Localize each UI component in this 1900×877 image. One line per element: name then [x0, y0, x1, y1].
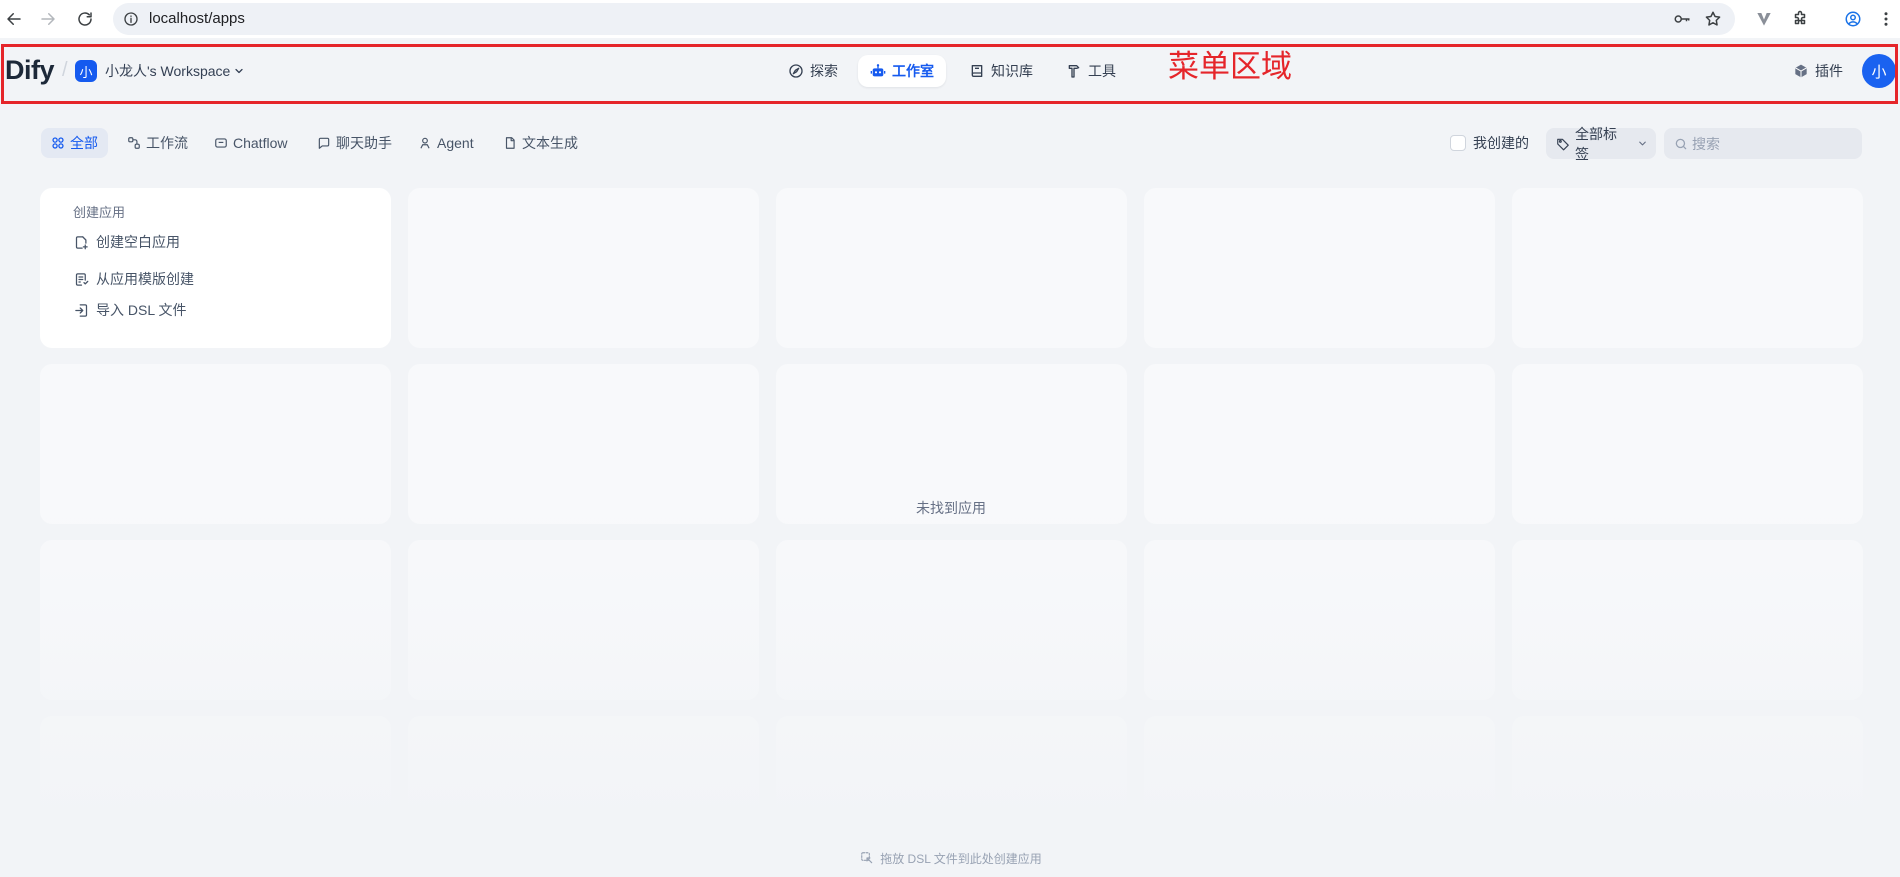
nav-tools[interactable]: 工具: [1058, 55, 1124, 87]
nav-explore-label: 探索: [810, 63, 838, 79]
create-item-label: 从应用模版创建: [96, 271, 194, 287]
robot-icon: [870, 63, 886, 79]
app-card-placeholder: [408, 540, 759, 700]
filter-tab-text-generation[interactable]: 文本生成: [493, 128, 588, 158]
app-card-placeholder: [1512, 716, 1863, 876]
plugins-button[interactable]: 插件: [1785, 55, 1851, 87]
file-template-icon: [74, 272, 89, 287]
filter-tab-all[interactable]: 全部: [41, 128, 108, 158]
filter-tab-agent[interactable]: Agent: [408, 128, 484, 158]
kebab-menu-icon[interactable]: [1878, 9, 1894, 29]
forward-icon[interactable]: [38, 9, 58, 29]
back-icon[interactable]: [4, 9, 24, 29]
profile-icon[interactable]: [1843, 9, 1863, 29]
app-card-placeholder: [1144, 540, 1495, 700]
nav-studio-label: 工作室: [892, 63, 934, 79]
app-card-placeholder: [1512, 540, 1863, 700]
search-icon: [1674, 137, 1688, 151]
puzzle-icon[interactable]: [1790, 9, 1810, 29]
grid-icon: [51, 136, 65, 150]
create-item-label: 导入 DSL 文件: [96, 302, 187, 318]
workspace-switcher[interactable]: 小 小龙人's Workspace: [75, 57, 245, 85]
filter-tab-chatflow[interactable]: Chatflow: [204, 128, 297, 158]
cube-icon: [1793, 63, 1809, 79]
tag-filter-label: 全部标签: [1575, 125, 1617, 162]
book-icon: [969, 63, 985, 79]
import-dsl-button[interactable]: 导入 DSL 文件: [70, 298, 191, 322]
plugins-label: 插件: [1815, 63, 1843, 79]
reload-icon[interactable]: [75, 9, 95, 29]
create-from-template-button[interactable]: 从应用模版创建: [70, 267, 198, 291]
app-card-placeholder: [40, 364, 391, 524]
create-blank-app-button[interactable]: 创建空白应用: [70, 230, 184, 254]
browser-toolbar: localhost/apps: [0, 0, 1900, 38]
filter-tab-label: 文本生成: [522, 135, 578, 151]
chatflow-icon: [214, 136, 228, 150]
app-card-placeholder: [776, 540, 1127, 700]
url-text: localhost/apps: [149, 10, 245, 27]
create-app-title: 创建应用: [73, 205, 126, 220]
app-card-placeholder: [1144, 188, 1495, 348]
import-file-icon: [74, 303, 89, 318]
create-item-label: 创建空白应用: [96, 234, 180, 250]
created-by-me-label[interactable]: 我创建的: [1473, 135, 1529, 151]
workspace-name: 小龙人's Workspace: [105, 63, 231, 79]
breadcrumb-separator: /: [62, 59, 68, 81]
extension-v-icon[interactable]: [1754, 9, 1774, 29]
app-card-placeholder: [1512, 188, 1863, 348]
filter-tab-chat-assistant[interactable]: 聊天助手: [307, 128, 402, 158]
chevron-down-icon: [1637, 138, 1648, 149]
drop-hint-text: 拖放 DSL 文件到此处创建应用: [880, 851, 1042, 866]
dify-logo[interactable]: Dify: [5, 54, 55, 86]
app-card-placeholder: [776, 188, 1127, 348]
agent-icon: [418, 136, 432, 150]
filter-tab-label: Agent: [437, 135, 474, 151]
created-by-me-checkbox[interactable]: [1450, 135, 1466, 151]
create-app-card: 创建应用 创建空白应用 从应用模版创建 导入 DSL 文件: [40, 188, 391, 348]
nav-knowledge-label: 知识库: [991, 63, 1033, 79]
nav-knowledge[interactable]: 知识库: [961, 55, 1041, 87]
file-plus-icon: [74, 235, 89, 250]
app-card-placeholder: [1512, 364, 1863, 524]
empty-state-text: 未找到应用: [916, 500, 986, 516]
nav-studio[interactable]: 工作室: [858, 55, 946, 87]
menu-area-annotation-box: [1, 44, 1898, 104]
user-avatar[interactable]: 小: [1862, 54, 1896, 88]
chevron-down-icon: [233, 65, 245, 77]
app-grid: 创建应用 创建空白应用 从应用模版创建 导入 DSL 文件: [40, 188, 1863, 877]
tag-icon: [1556, 137, 1570, 151]
app-card-placeholder: [40, 540, 391, 700]
app-card-placeholder: [1144, 364, 1495, 524]
document-icon: [503, 136, 517, 150]
nav-explore[interactable]: 探索: [780, 55, 846, 87]
filter-tab-label: 全部: [70, 135, 98, 151]
search-box[interactable]: [1664, 128, 1862, 159]
search-input[interactable]: [1692, 135, 1842, 152]
key-icon[interactable]: [1672, 9, 1692, 29]
nav-tools-label: 工具: [1088, 63, 1116, 79]
app-card-placeholder: [408, 188, 759, 348]
drop-dsl-hint: 拖放 DSL 文件到此处创建应用: [701, 849, 1201, 867]
workflow-icon: [127, 136, 141, 150]
filter-tab-label: 聊天助手: [336, 135, 392, 151]
menu-area-annotation-label: 菜单区域: [1168, 49, 1292, 84]
info-icon[interactable]: [123, 11, 139, 27]
workspace-avatar: 小: [75, 60, 97, 82]
hammer-icon: [1066, 63, 1082, 79]
address-bar[interactable]: localhost/apps: [113, 3, 1735, 35]
tag-filter-dropdown[interactable]: 全部标签: [1546, 126, 1656, 162]
star-icon[interactable]: [1703, 9, 1723, 29]
filter-tab-workflow[interactable]: 工作流: [117, 128, 198, 158]
file-drop-icon: [860, 851, 874, 865]
filter-tab-label: 工作流: [146, 135, 188, 151]
filter-tab-label: Chatflow: [233, 135, 288, 151]
chat-icon: [317, 136, 331, 150]
app-card-placeholder: [408, 364, 759, 524]
app-card-placeholder: [40, 716, 391, 876]
compass-icon: [788, 63, 804, 79]
